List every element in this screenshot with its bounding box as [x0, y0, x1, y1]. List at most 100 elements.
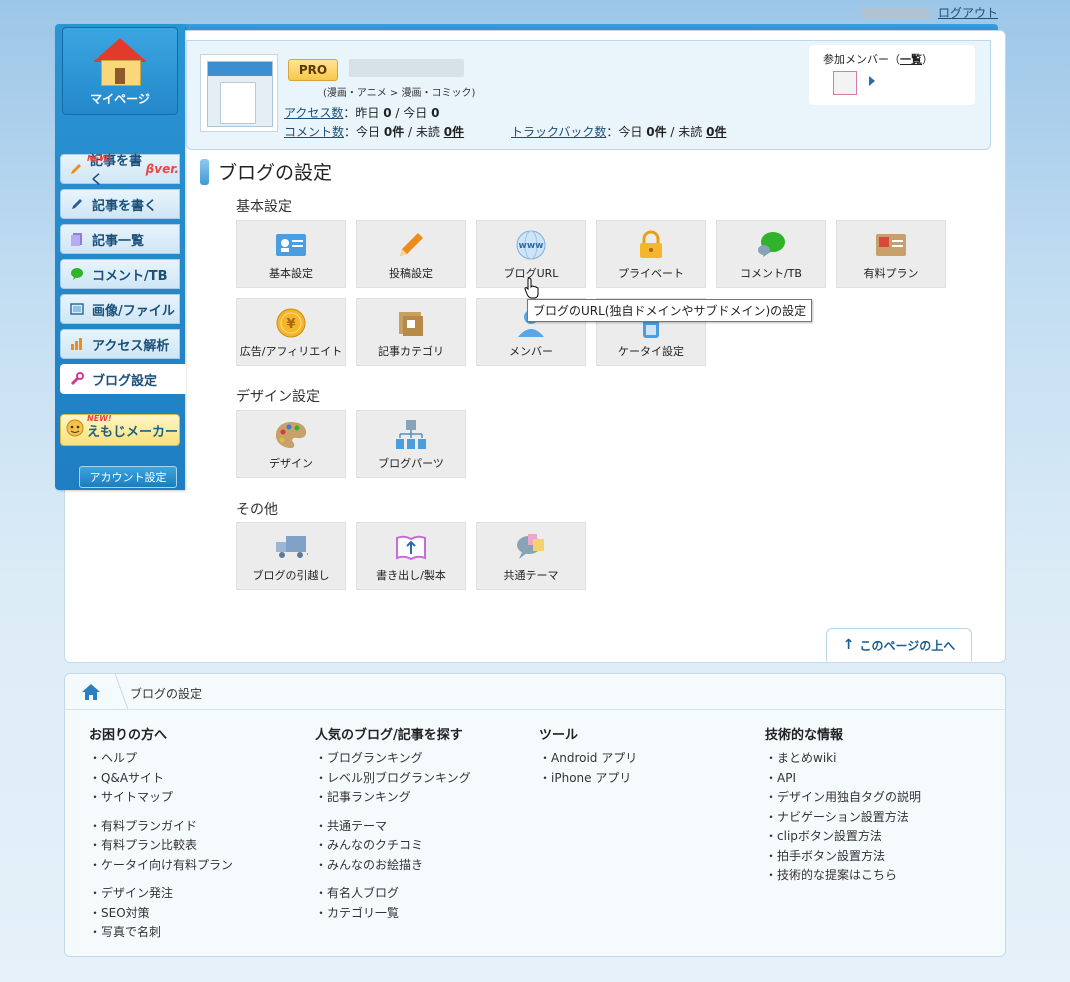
- tile-ads-affiliate[interactable]: ¥ 広告/アフィリエイト: [236, 298, 346, 366]
- members-next-arrow-icon[interactable]: [869, 76, 875, 86]
- footer-link[interactable]: 写真で名刺: [89, 923, 233, 943]
- footer: ブログの設定 お困りの方へヘルプQ&Aサイトサイトマップ有料プランガイド有料プラ…: [64, 673, 1006, 957]
- card-icon: [874, 228, 908, 262]
- footer-link[interactable]: みんなのクチコミ: [315, 836, 471, 856]
- trackback-unread-link[interactable]: 0件: [706, 125, 726, 139]
- tile-label: ケータイ設定: [618, 345, 684, 358]
- tile-post-settings[interactable]: 投稿設定: [356, 220, 466, 288]
- footer-link[interactable]: レベル別ブログランキング: [315, 769, 471, 789]
- tile-common-theme[interactable]: 共通テーマ: [476, 522, 586, 590]
- logout-link[interactable]: ログアウト: [938, 6, 998, 20]
- truck-icon: [274, 530, 308, 564]
- footer-link[interactable]: みんなのお絵描き: [315, 856, 471, 876]
- footer-column-title: 人気のブログ/記事を探す: [315, 728, 463, 743]
- footer-link-group: 共通テーマみんなのクチコミみんなのお絵描き: [315, 817, 471, 876]
- footer-link[interactable]: Android アプリ: [539, 749, 637, 769]
- tile-label: ブログパーツ: [378, 457, 444, 470]
- sidebar-item-write[interactable]: 記事を書く: [60, 189, 180, 219]
- mypage-button[interactable]: マイページ: [62, 27, 178, 115]
- footer-link[interactable]: ブログランキング: [315, 749, 471, 769]
- profile-card-icon: [274, 228, 308, 262]
- www-globe-icon: www: [514, 228, 548, 262]
- tile-category[interactable]: 記事カテゴリ: [356, 298, 466, 366]
- stat-text: ：今日: [344, 125, 384, 139]
- comment-unread-link[interactable]: 0件: [444, 125, 464, 139]
- sidebar-item-articles[interactable]: 記事一覧: [60, 224, 180, 254]
- tile-comment-tb[interactable]: コメント/TB: [716, 220, 826, 288]
- section-design-heading: デザイン設定: [236, 389, 320, 405]
- tile-label: 広告/アフィリエイト: [239, 345, 343, 358]
- home-icon[interactable]: [81, 683, 101, 701]
- speech-bubble-icon: [69, 266, 85, 282]
- footer-link[interactable]: サイトマップ: [89, 788, 233, 808]
- lock-icon: [634, 228, 668, 262]
- tile-basic-settings[interactable]: 基本設定: [236, 220, 346, 288]
- footer-link[interactable]: SEO対策: [89, 904, 233, 924]
- footer-link[interactable]: 有料プラン比較表: [89, 836, 233, 856]
- breadcrumb-current: ブログの設定: [130, 687, 203, 701]
- tile-blog-move[interactable]: ブログの引越し: [236, 522, 346, 590]
- yen-coin-icon: ¥: [274, 306, 308, 340]
- footer-link[interactable]: clipボタン設置方法: [765, 827, 921, 847]
- tile-design[interactable]: デザイン: [236, 410, 346, 478]
- tile-label: 投稿設定: [389, 267, 433, 280]
- member-avatar[interactable]: [833, 71, 857, 95]
- footer-link[interactable]: デザイン用独自タグの説明: [765, 788, 921, 808]
- footer-link-group: ブログランキングレベル別ブログランキング記事ランキング: [315, 749, 471, 808]
- footer-link[interactable]: カテゴリ一覧: [315, 904, 471, 924]
- access-count-link[interactable]: アクセス数: [284, 106, 343, 120]
- footer-link[interactable]: ケータイ向け有料プラン: [89, 856, 233, 876]
- blog-name-blurred[interactable]: [349, 59, 464, 77]
- palette-icon: [274, 418, 308, 452]
- sidebar-item-analytics[interactable]: アクセス解析: [60, 329, 180, 359]
- footer-column: お困りの方へヘルプQ&Aサイトサイトマップ有料プランガイド有料プラン比較表ケータ…: [89, 724, 233, 952]
- stat-text: / 今日: [391, 106, 432, 120]
- footer-link[interactable]: まとめwiki: [765, 749, 921, 769]
- tile-label: 書き出し/製本: [376, 569, 446, 582]
- tile-private[interactable]: プライベート: [596, 220, 706, 288]
- sidebar-item-write-beta[interactable]: NEW! 記事を書く βver.: [60, 154, 180, 188]
- stat-text: / 未読: [404, 125, 444, 139]
- tile-label: 有料プラン: [863, 267, 919, 280]
- footer-link[interactable]: iPhone アプリ: [539, 769, 637, 789]
- sidebar-item-comments[interactable]: コメント/TB: [60, 259, 180, 289]
- footer-link[interactable]: ナビゲーション設置方法: [765, 808, 921, 828]
- document-icon: [69, 231, 85, 247]
- stat-text: ：今日: [606, 125, 647, 139]
- tile-paid-plan[interactable]: 有料プラン: [836, 220, 946, 288]
- comment-today: 0件: [383, 125, 405, 139]
- stat-text: / 未読: [666, 125, 707, 139]
- account-settings-button[interactable]: アカウント設定: [79, 466, 177, 488]
- access-yesterday: 0: [383, 106, 392, 120]
- footer-link[interactable]: 有名人ブログ: [315, 884, 471, 904]
- footer-column: 人気のブログ/記事を探すブログランキングレベル別ブログランキング記事ランキング共…: [315, 724, 471, 932]
- footer-link[interactable]: デザイン発注: [89, 884, 233, 904]
- beta-label: βver.: [145, 162, 179, 176]
- tile-label: 共通テーマ: [503, 569, 559, 582]
- emoji-face-icon: [66, 419, 84, 441]
- tooltip: ブログのURL(独自ドメインやサブドメイン)の設定: [527, 299, 813, 322]
- footer-link[interactable]: 拍手ボタン設置方法: [765, 847, 921, 867]
- footer-link[interactable]: 共通テーマ: [315, 817, 471, 837]
- tile-label: ブログの引越し: [252, 569, 330, 582]
- bar-chart-icon: [69, 336, 85, 352]
- members-list-link[interactable]: 一覧: [900, 53, 922, 66]
- footer-link[interactable]: ヘルプ: [89, 749, 233, 769]
- sidebar-item-images[interactable]: 画像/ファイル: [60, 294, 180, 324]
- access-today: 0: [431, 106, 440, 120]
- blog-genre[interactable]: (漫画・アニメ > 漫画・コミック): [323, 84, 475, 99]
- footer-link[interactable]: 技術的な提案はこちら: [765, 866, 921, 886]
- footer-link[interactable]: API: [765, 769, 921, 789]
- back-to-top-button[interactable]: ↑ このページの上へ: [826, 628, 972, 661]
- footer-link[interactable]: 有料プランガイド: [89, 817, 233, 837]
- trackback-count-link[interactable]: トラックバック数: [511, 125, 606, 139]
- blog-thumbnail[interactable]: [200, 54, 278, 132]
- comment-count-link[interactable]: コメント数: [284, 125, 344, 139]
- tile-export[interactable]: 書き出し/製本: [356, 522, 466, 590]
- footer-column: ツール Android アプリiPhone アプリ: [539, 724, 637, 797]
- footer-link[interactable]: Q&Aサイト: [89, 769, 233, 789]
- emoji-maker-button[interactable]: NEW! えもじメーカー: [60, 414, 180, 446]
- tile-blog-parts[interactable]: ブログパーツ: [356, 410, 466, 478]
- footer-link[interactable]: 記事ランキング: [315, 788, 471, 808]
- sidebar-item-blog-settings[interactable]: ブログ設定: [60, 364, 186, 394]
